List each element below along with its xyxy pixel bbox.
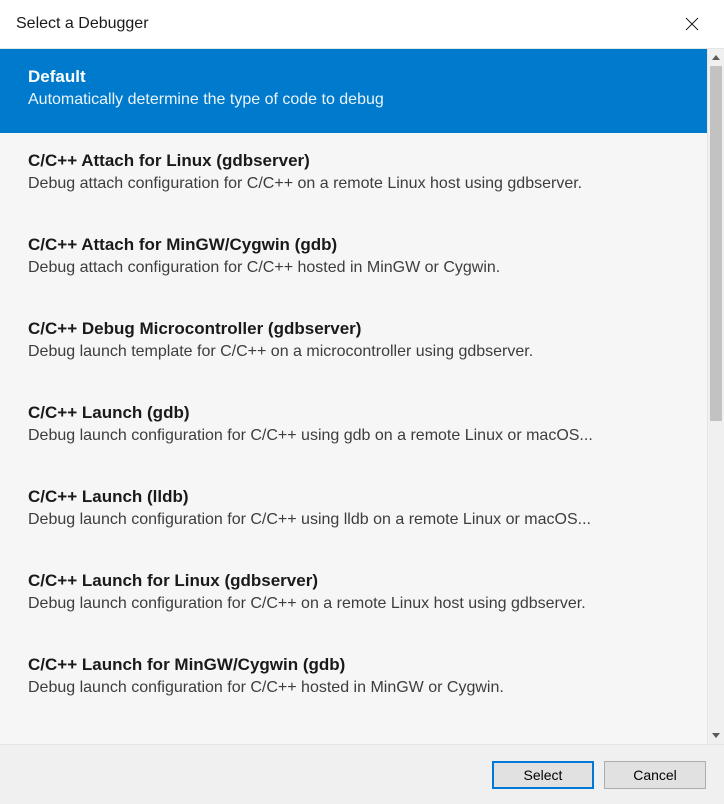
debugger-option-title: C/C++ Launch (gdb) [28, 403, 679, 423]
debugger-option[interactable]: C/C++ Launch for MinGW/Cygwin (gdb) Debug… [0, 637, 707, 721]
debugger-option-description: Debug launch configuration for C/C++ hos… [28, 679, 679, 697]
cancel-button[interactable]: Cancel [604, 761, 706, 789]
debugger-option-description: Debug attach configuration for C/C++ on … [28, 175, 679, 193]
select-button[interactable]: Select [492, 761, 594, 789]
debugger-option-title: C/C++ Launch for Linux (gdbserver) [28, 571, 679, 591]
scrollbar[interactable] [707, 49, 724, 744]
debugger-option-title: C/C++ Launch for MinGW/Cygwin (gdb) [28, 655, 679, 675]
close-icon [685, 17, 699, 31]
debugger-option-description: Debug launch configuration for C/C++ usi… [28, 427, 679, 445]
list-container: Default Automatically determine the type … [0, 48, 724, 744]
scroll-down-arrow-icon[interactable] [708, 727, 724, 744]
debugger-option[interactable]: C/C++ Attach for MinGW/Cygwin (gdb) Debug… [0, 217, 707, 301]
debugger-option[interactable]: Default Automatically determine the type … [0, 49, 707, 133]
debugger-option[interactable]: C/C++ Launch for Linux (gdbserver) Debug … [0, 553, 707, 637]
debugger-option[interactable]: C/C++ Debug Microcontroller (gdbserver) D… [0, 301, 707, 385]
window-title: Select a Debugger [16, 15, 149, 33]
scrollbar-track[interactable] [708, 66, 724, 727]
debugger-option-title: C/C++ Attach for Linux (gdbserver) [28, 151, 679, 171]
close-button[interactable] [676, 8, 708, 40]
debugger-option-title: C/C++ Launch (lldb) [28, 487, 679, 507]
debugger-option-title: Default [28, 67, 679, 87]
footer: Select Cancel [0, 744, 724, 804]
debugger-list[interactable]: Default Automatically determine the type … [0, 49, 707, 744]
scrollbar-thumb[interactable] [710, 66, 722, 421]
debugger-option-title: C/C++ Attach for MinGW/Cygwin (gdb) [28, 235, 679, 255]
debugger-option-description: Debug launch configuration for C/C++ on … [28, 595, 679, 613]
debugger-option[interactable]: C/C++ Launch (gdb) Debug launch configura… [0, 385, 707, 469]
titlebar: Select a Debugger [0, 0, 724, 48]
debugger-option-description: Debug attach configuration for C/C++ hos… [28, 259, 679, 277]
debugger-option-title: C/C++ Debug Microcontroller (gdbserver) [28, 319, 679, 339]
debugger-option[interactable]: C/C++ Launch (lldb) Debug launch configur… [0, 469, 707, 553]
scroll-up-arrow-icon[interactable] [708, 49, 724, 66]
debugger-option-description: Debug launch configuration for C/C++ usi… [28, 511, 679, 529]
debugger-option-description: Automatically determine the type of code… [28, 91, 679, 109]
debugger-option[interactable]: C/C++ Attach for Linux (gdbserver) Debug … [0, 133, 707, 217]
debugger-option-description: Debug launch template for C/C++ on a mic… [28, 343, 679, 361]
